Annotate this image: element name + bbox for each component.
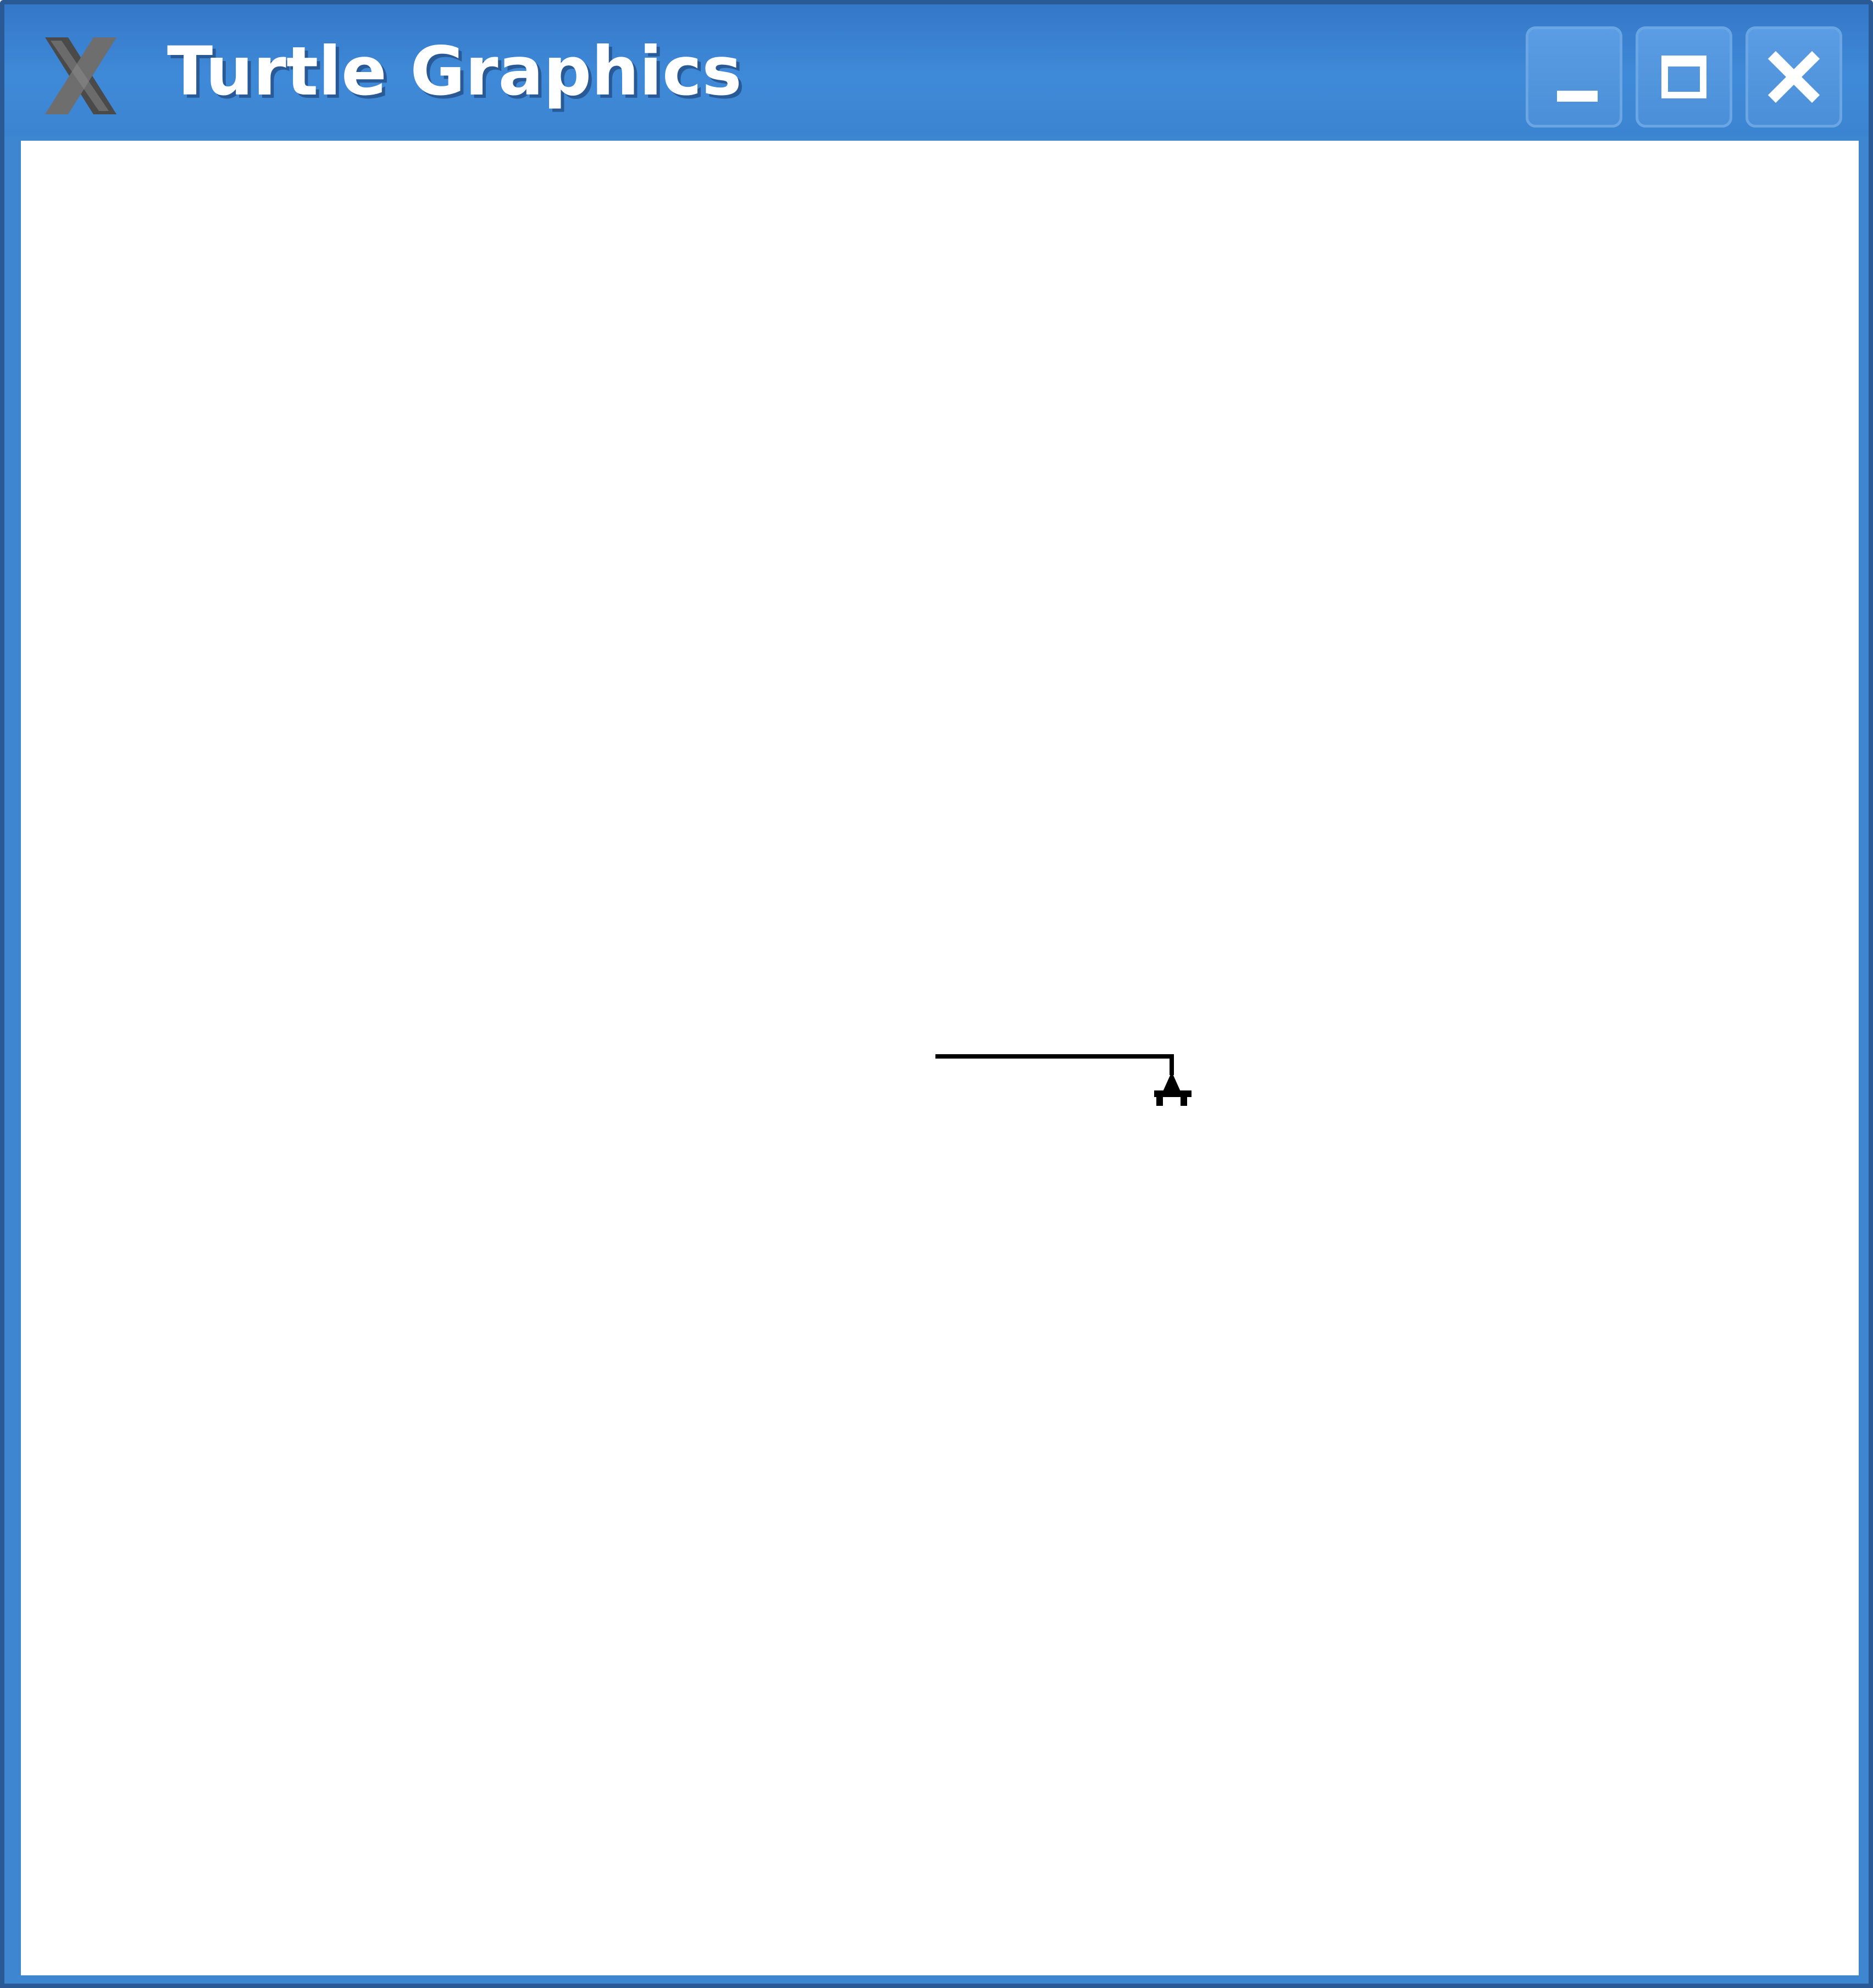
pen-trail [935, 1054, 1174, 1075]
minimize-icon [1557, 91, 1598, 102]
window-title: Turtle Graphics [167, 32, 742, 110]
title-bar[interactable]: Turtle Graphics [4, 4, 1869, 136]
turtle-arrow-icon [1154, 1072, 1192, 1106]
turtle-canvas[interactable] [21, 141, 1859, 1975]
x-logo-icon[interactable] [40, 37, 122, 114]
close-icon [1767, 51, 1820, 103]
minimize-button[interactable] [1526, 26, 1622, 128]
maximize-icon [1661, 56, 1706, 98]
turtle-graphics-window: Turtle Graphics [0, 0, 1873, 1988]
maximize-button[interactable] [1636, 26, 1732, 128]
close-button[interactable] [1745, 26, 1842, 128]
